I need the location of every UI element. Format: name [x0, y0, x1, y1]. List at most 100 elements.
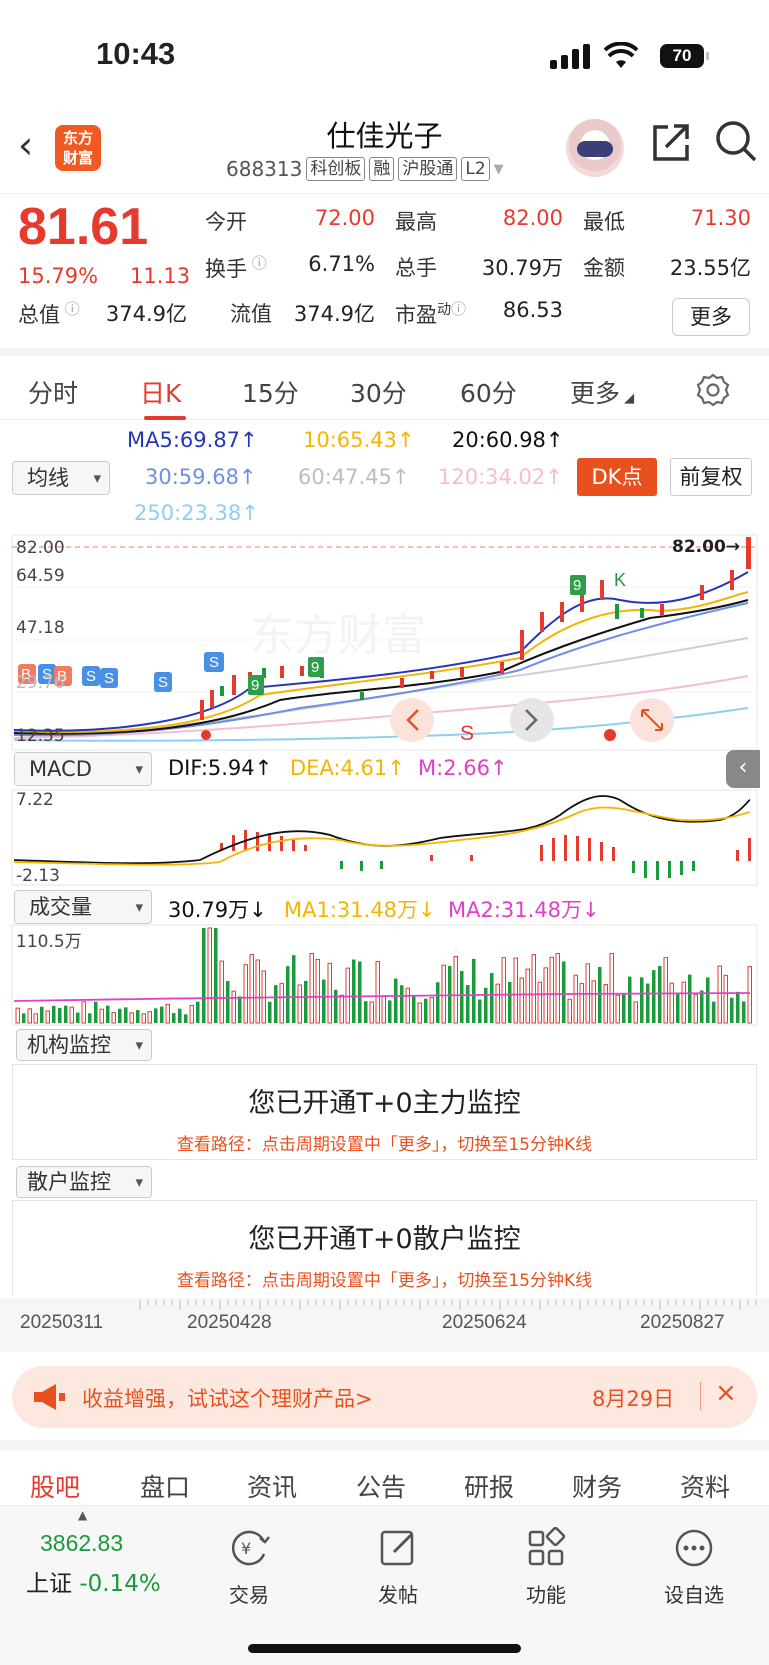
volume-bar — [663, 957, 668, 1024]
volume-bar — [136, 1010, 140, 1023]
institution-monitor-hint: 查看路径：点击周期设置中「更多」，切换至15分钟K线 — [176, 1135, 593, 1155]
stock-code-line[interactable]: 688313 科创板 融 沪股通 L2 ▼ — [226, 157, 504, 181]
volume-bar — [369, 1001, 374, 1024]
tab-intraday[interactable]: 分时 — [28, 374, 78, 410]
next-icon — [510, 698, 554, 742]
volume-bar — [484, 987, 488, 1023]
volume-bar — [274, 985, 278, 1023]
macd-dea-line — [13, 806, 751, 866]
volume-bar — [424, 998, 428, 1023]
close-icon[interactable]: × — [715, 1378, 737, 1408]
info-icon: ⓘ — [451, 300, 467, 318]
promo-banner[interactable]: 收益增强，试试这个理财产品> 8月29日 × — [12, 1366, 757, 1428]
tab-15min[interactable]: 15分 — [242, 374, 299, 410]
promo-date: 8月29日 — [592, 1387, 675, 1411]
kchart-y-64: 64.59 — [16, 566, 65, 586]
tab-daily[interactable]: 日K — [140, 374, 181, 410]
volume-bar — [730, 997, 734, 1023]
volume-bar — [231, 990, 236, 1024]
adjust-mode-button[interactable]: 前复权 — [670, 458, 752, 496]
index-line[interactable]: 上证 -0.14% — [26, 1564, 161, 1598]
volume-bar — [76, 1012, 80, 1023]
volume-bar — [388, 1000, 392, 1023]
date-end: 20250827 — [640, 1312, 725, 1333]
settings-icon[interactable] — [696, 373, 730, 407]
volume-bars — [15, 927, 752, 1024]
trade-icon: ¥ — [232, 1530, 270, 1566]
volume-bar — [562, 961, 566, 1023]
tab-research[interactable]: 研报 — [464, 1468, 514, 1504]
tab-news[interactable]: 资讯 — [247, 1468, 297, 1504]
volume-bar — [327, 962, 332, 1024]
tab-forum[interactable]: 股吧 — [30, 1468, 80, 1504]
ma-selector[interactable]: 均线 — [12, 461, 110, 495]
ma250-value: 250:23.38↑ — [134, 501, 259, 525]
volume-bar — [717, 965, 722, 1024]
volume-bar — [453, 955, 458, 1024]
volume-bar — [322, 979, 326, 1023]
tab-30min[interactable]: 30分 — [350, 374, 407, 410]
dk-point-button[interactable]: DK点 — [577, 458, 657, 496]
search-icon[interactable] — [714, 119, 758, 163]
volume-bar — [184, 1014, 188, 1023]
label-high: 最高 — [395, 210, 437, 234]
kchart-y-82: 82.00 — [16, 538, 65, 558]
volume-bar — [495, 983, 500, 1024]
volume-bar — [591, 980, 596, 1024]
volume-bar — [334, 989, 338, 1023]
retail-monitor-panel: 您已开通T+0散户监控 查看路径：点击周期设置中「更多」，切换至15分钟K线 — [12, 1200, 757, 1296]
add-watchlist-button[interactable]: 设自选 — [644, 1526, 744, 1608]
volume-bar — [22, 1013, 26, 1023]
volume-bar — [669, 982, 674, 1024]
tab-finance[interactable]: 财务 — [572, 1468, 622, 1504]
section-tabs: 股吧 盘口 资讯 公告 研报 财务 资料 — [0, 1440, 769, 1512]
institution-monitor-panel: 您已开通T+0主力监控 查看路径：点击周期设置中「更多」，切换至15分钟K线 — [12, 1064, 757, 1160]
label-turnover: 换手 ⓘ — [205, 254, 267, 281]
volume-bar — [196, 1001, 200, 1023]
volume-ma1: MA1:31.48万↓ — [284, 898, 436, 922]
volume-bar — [609, 952, 614, 1024]
index-value[interactable]: 3862.83 — [40, 1530, 123, 1557]
volume-bar — [501, 957, 506, 1024]
volume-bar — [106, 1005, 110, 1023]
retail-monitor-selector[interactable]: 散户监控 — [16, 1166, 152, 1198]
institution-monitor-selector[interactable]: 机构监控 — [16, 1029, 152, 1061]
info-icon: ⓘ — [247, 254, 267, 272]
tab-60min[interactable]: 60分 — [460, 374, 517, 410]
volume-bar — [297, 984, 302, 1024]
function-button[interactable]: 功能 — [496, 1526, 596, 1608]
volume-bar — [531, 954, 536, 1024]
tab-profile[interactable]: 资料 — [680, 1468, 730, 1504]
tag-connect: 沪股通 — [398, 157, 458, 181]
volume-bar — [436, 982, 440, 1023]
volume-bar — [292, 955, 296, 1023]
value-low: 71.30 — [690, 206, 751, 230]
macd-dea: DEA:4.61↑ — [290, 756, 405, 780]
volume-bar — [658, 966, 662, 1023]
share-icon[interactable] — [650, 121, 692, 163]
svg-text:S: S — [158, 674, 168, 691]
trade-button[interactable]: ¥ 交易 — [199, 1526, 299, 1608]
macd-selector[interactable]: MACD — [14, 752, 152, 786]
date-axis[interactable]: 20250311 20250428 20250624 20250827 — [0, 1298, 769, 1352]
value-volume: 30.79万 — [481, 256, 563, 280]
volume-bar — [52, 1005, 56, 1023]
volume-bar — [441, 964, 446, 1024]
tab-announcements[interactable]: 公告 — [356, 1468, 406, 1504]
volume-bar — [490, 972, 494, 1023]
date-2: 20250428 — [187, 1312, 272, 1333]
assistant-avatar-icon[interactable] — [566, 119, 624, 177]
svg-text:S: S — [104, 670, 114, 687]
label-amount: 金额 — [583, 256, 625, 280]
svg-text:S: S — [86, 668, 96, 685]
volume-bar — [249, 954, 254, 1024]
macd-legend: MACD DIF:5.94↑ DEA:4.61↑ M:2.66↑ — [0, 752, 769, 788]
more-button[interactable]: 更多 — [672, 298, 750, 336]
tab-more-periods[interactable]: 更多 ◢ — [570, 374, 634, 410]
tab-orderbook[interactable]: 盘口 — [140, 1468, 190, 1504]
volume-selector[interactable]: 成交量 — [14, 890, 152, 924]
label-pe: 市盈动ⓘ — [395, 300, 467, 327]
volume-bar — [315, 958, 320, 1024]
post-button[interactable]: 发帖 — [348, 1526, 448, 1608]
volume-bar — [358, 961, 362, 1023]
